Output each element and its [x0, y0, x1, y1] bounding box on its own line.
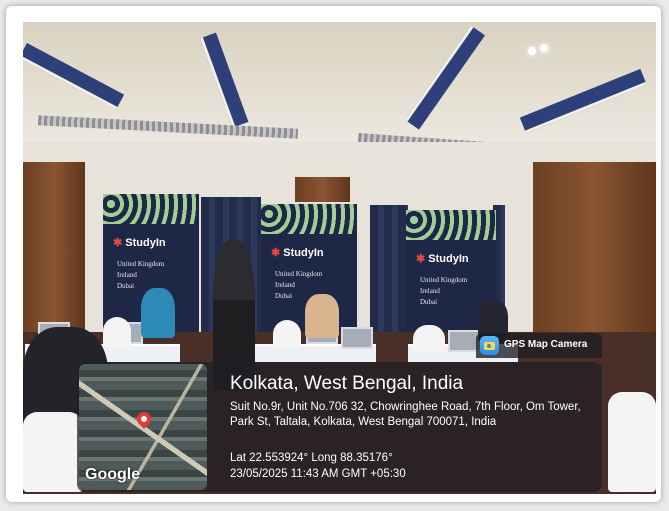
location-address: Suit No.9r, Unit No.706 32, Chowringhee …: [230, 401, 581, 428]
chair: [273, 320, 301, 348]
ceiling-beam: [200, 32, 249, 128]
location-map: Google: [79, 364, 207, 490]
ceiling-beam: [405, 25, 485, 130]
chair: [608, 392, 656, 492]
banner-pattern: [103, 194, 199, 224]
banner-pattern: [406, 210, 496, 240]
ceiling-beam: [23, 42, 125, 110]
banner-brand: ✱ StudyIn: [113, 237, 166, 249]
chair: [23, 412, 83, 492]
laptop: [341, 327, 373, 349]
location-datetime: 23/05/2025 11:43 AM GMT +05:30: [230, 468, 406, 480]
chair: [413, 325, 445, 353]
banner-brand: ✱ StudyIn: [271, 247, 324, 259]
seated-person: [305, 294, 339, 338]
location-title: Kolkata, West Bengal, India: [230, 373, 464, 394]
ceiling-vent: [37, 115, 299, 139]
ceiling-beam: [519, 68, 647, 134]
banner-brand: ✱ StudyIn: [416, 253, 469, 265]
map-pin-icon: [134, 409, 154, 429]
curtain: [370, 205, 408, 345]
wood-panel-center: [295, 177, 350, 202]
google-logo: Google: [85, 466, 141, 483]
seated-person: [141, 288, 175, 338]
ceiling: [23, 22, 656, 175]
ceiling-light: [528, 47, 536, 55]
gps-app-name: GPS Map Camera: [504, 339, 588, 350]
gps-map-camera-badge: GPS Map Camera: [476, 333, 602, 358]
ceiling-light: [540, 44, 548, 52]
location-coordinates: Lat 22.553924° Long 88.35176°: [230, 452, 393, 464]
chair: [103, 317, 131, 347]
gps-map-camera-icon: [480, 336, 499, 355]
banner-pattern: [261, 204, 357, 234]
